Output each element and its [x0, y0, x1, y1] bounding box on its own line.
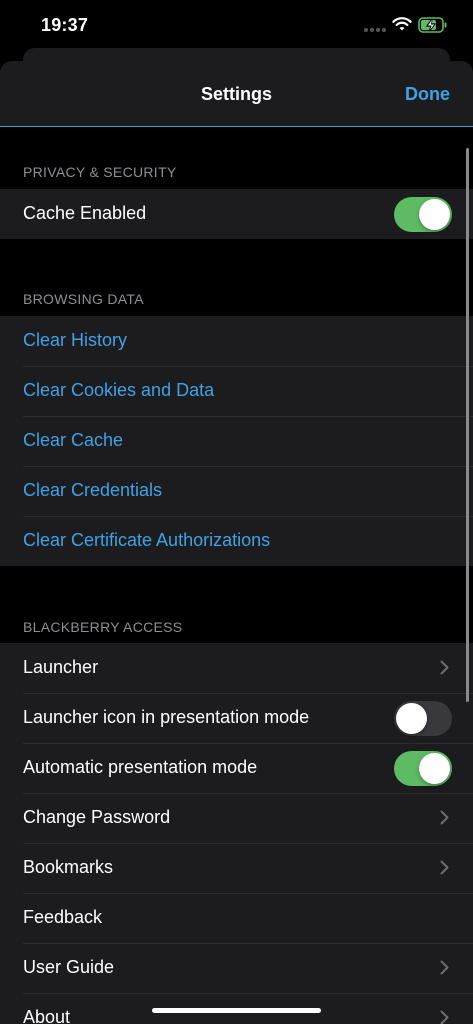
- clear-cookies-label: Clear Cookies and Data: [23, 380, 215, 400]
- feedback-label: Feedback: [23, 907, 103, 927]
- section-header-browsing-data: BROWSING DATA: [23, 291, 144, 307]
- cellular-signal-icon: [364, 28, 386, 32]
- section-header-blackberry-access: BLACKBERRY ACCESS: [23, 619, 183, 635]
- chevron-right-icon: [440, 660, 449, 675]
- automatic-presentation-row: Automatic presentation mode: [0, 743, 473, 793]
- automatic-presentation-label: Automatic presentation mode: [23, 757, 258, 777]
- change-password-label: Change Password: [23, 807, 171, 827]
- toggle-knob: [396, 703, 427, 734]
- bookmarks-row[interactable]: Bookmarks: [0, 843, 473, 893]
- chevron-right-icon: [440, 810, 449, 825]
- clear-history-label: Clear History: [23, 330, 128, 350]
- clear-cache-row[interactable]: Clear Cache: [0, 416, 473, 466]
- cache-enabled-label: Cache Enabled: [23, 203, 147, 223]
- clear-credentials-label: Clear Credentials: [23, 480, 163, 500]
- blackberry-access-group: Launcher Launcher icon in presentation m…: [0, 643, 473, 1024]
- battery-charging-icon: [418, 17, 447, 33]
- feedback-row[interactable]: Feedback: [0, 893, 473, 943]
- privacy-group: Cache Enabled: [0, 189, 473, 239]
- user-guide-label: User Guide: [23, 957, 115, 977]
- status-bar: 19:37: [0, 0, 473, 52]
- clear-credentials-row[interactable]: Clear Credentials: [0, 466, 473, 516]
- launcher-row[interactable]: Launcher: [0, 643, 473, 693]
- clear-cache-label: Clear Cache: [23, 430, 124, 450]
- page-title: Settings: [200, 84, 272, 104]
- launcher-icon-presentation-row: Launcher icon in presentation mode: [0, 693, 473, 743]
- wifi-icon: [392, 17, 412, 31]
- clear-cookies-row[interactable]: Clear Cookies and Data: [0, 366, 473, 416]
- automatic-presentation-toggle[interactable]: [394, 751, 452, 786]
- about-label: About: [23, 1007, 71, 1024]
- settings-sheet: Settings Done PRIVACY & SECURITY Cache E…: [0, 61, 473, 1024]
- home-indicator[interactable]: [152, 1008, 321, 1013]
- browsing-data-group: Clear History Clear Cookies and Data Cle…: [0, 316, 473, 566]
- toggle-knob: [419, 753, 450, 784]
- clear-history-row[interactable]: Clear History: [0, 316, 473, 366]
- user-guide-row[interactable]: User Guide: [0, 943, 473, 993]
- chevron-right-icon: [440, 860, 449, 875]
- launcher-icon-presentation-toggle[interactable]: [394, 701, 452, 736]
- launcher-label: Launcher: [23, 657, 99, 677]
- nav-bar: Settings Done: [0, 61, 473, 127]
- done-button[interactable]: Done: [405, 84, 450, 105]
- scrollbar[interactable]: [466, 148, 469, 702]
- clear-certificate-authorizations-label: Clear Certificate Authorizations: [23, 530, 271, 550]
- cache-enabled-row: Cache Enabled: [0, 189, 473, 239]
- launcher-icon-presentation-label: Launcher icon in presentation mode: [23, 707, 310, 727]
- cache-enabled-toggle[interactable]: [394, 197, 452, 232]
- chevron-right-icon: [440, 1010, 449, 1024]
- chevron-right-icon: [440, 960, 449, 975]
- toggle-knob: [419, 199, 450, 230]
- status-time: 19:37: [41, 15, 89, 35]
- clear-certificate-authorizations-row[interactable]: Clear Certificate Authorizations: [0, 516, 473, 566]
- change-password-row[interactable]: Change Password: [0, 793, 473, 843]
- section-header-privacy: PRIVACY & SECURITY: [23, 164, 177, 180]
- bookmarks-label: Bookmarks: [23, 857, 114, 877]
